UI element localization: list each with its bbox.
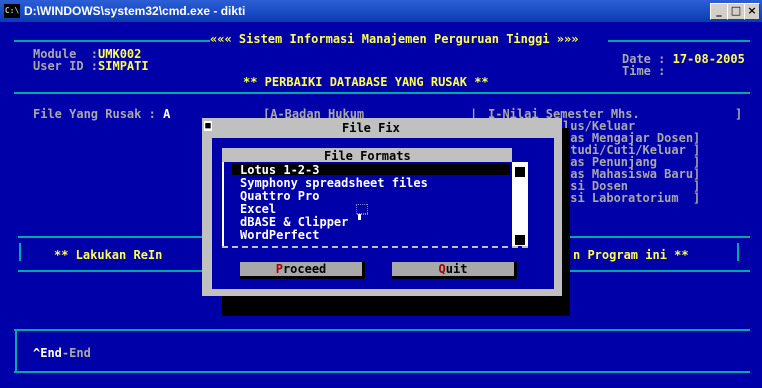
minimize-icon: _ bbox=[716, 4, 722, 17]
list-scrollbar[interactable] bbox=[512, 162, 528, 248]
message-left-border bbox=[19, 243, 21, 261]
message-bottom-border-right bbox=[562, 270, 750, 272]
scroll-up-icon[interactable] bbox=[514, 166, 526, 178]
message-right: n Program ini ** bbox=[573, 248, 689, 262]
footer-left-border bbox=[15, 331, 17, 371]
message-top-border-left bbox=[18, 236, 208, 238]
message-left: ** Lakukan ReIn bbox=[54, 248, 163, 262]
header-top-border-left bbox=[14, 40, 210, 42]
list-item[interactable]: dBASE & Clipper bbox=[240, 216, 348, 228]
list-item[interactable]: Excel bbox=[240, 203, 276, 215]
maximize-icon: □ bbox=[730, 4, 742, 17]
list-item[interactable]: Symphony spreadsheet files bbox=[240, 177, 428, 189]
close-button[interactable]: × bbox=[744, 3, 760, 20]
mouse-cursor-icon bbox=[355, 203, 369, 220]
list-bottom-ruler bbox=[222, 246, 528, 256]
end-hint: -End bbox=[61, 346, 91, 360]
dialog-shadow-bottom bbox=[222, 296, 570, 316]
app-title: ««« Sistem Informasi Manajemen Perguruan… bbox=[210, 32, 579, 46]
window-title: D:\WINDOWS\system32\cmd.exe - dikti bbox=[24, 4, 246, 18]
option-bracket: ] bbox=[735, 107, 743, 121]
window-titlebar[interactable]: C:\ D:\WINDOWS\system32\cmd.exe - dikti … bbox=[0, 0, 762, 22]
footer-bottom-border bbox=[14, 371, 750, 373]
list-item[interactable]: WordPerfect bbox=[240, 229, 319, 241]
minimize-button[interactable]: _ bbox=[710, 3, 728, 20]
list-header: File Formats bbox=[324, 149, 411, 163]
file-label: File Yang Rusak : bbox=[33, 107, 156, 121]
list-item[interactable]: Lotus 1-2-3 bbox=[240, 164, 319, 176]
message-right-border bbox=[737, 243, 739, 261]
user-value: SIMPATI bbox=[98, 59, 149, 73]
list-item[interactable]: Quattro Pro bbox=[240, 190, 319, 202]
proceed-button[interactable]: Proceed bbox=[240, 262, 365, 279]
date-value: 17-08-2005 bbox=[672, 52, 745, 66]
maximize-button[interactable]: □ bbox=[727, 3, 745, 20]
dialog-shadow-right bbox=[562, 128, 570, 316]
file-input[interactable]: A bbox=[163, 107, 170, 121]
message-top-border-right bbox=[562, 236, 750, 238]
footer-top-border bbox=[14, 329, 750, 331]
header-top-border-right bbox=[608, 40, 750, 42]
message-bottom-border-left bbox=[18, 270, 208, 272]
cmd-app-icon[interactable]: C:\ bbox=[4, 4, 20, 18]
dialog-close-icon[interactable]: ■ bbox=[204, 121, 212, 131]
dialog-title: File Fix bbox=[342, 121, 400, 135]
header-bottom-border bbox=[14, 92, 750, 94]
page-subtitle: ** PERBAIKI DATABASE YANG RUSAK ** bbox=[243, 75, 489, 89]
option-transaksi-lab: ksi Laboratorium ] bbox=[563, 191, 701, 205]
close-icon: × bbox=[747, 4, 757, 17]
user-label: User ID : bbox=[33, 59, 99, 73]
scroll-down-icon[interactable] bbox=[514, 234, 526, 246]
quit-button[interactable]: Quit bbox=[392, 262, 517, 279]
time-label: Time : bbox=[622, 64, 666, 78]
end-hotkey: ^End bbox=[33, 346, 62, 360]
